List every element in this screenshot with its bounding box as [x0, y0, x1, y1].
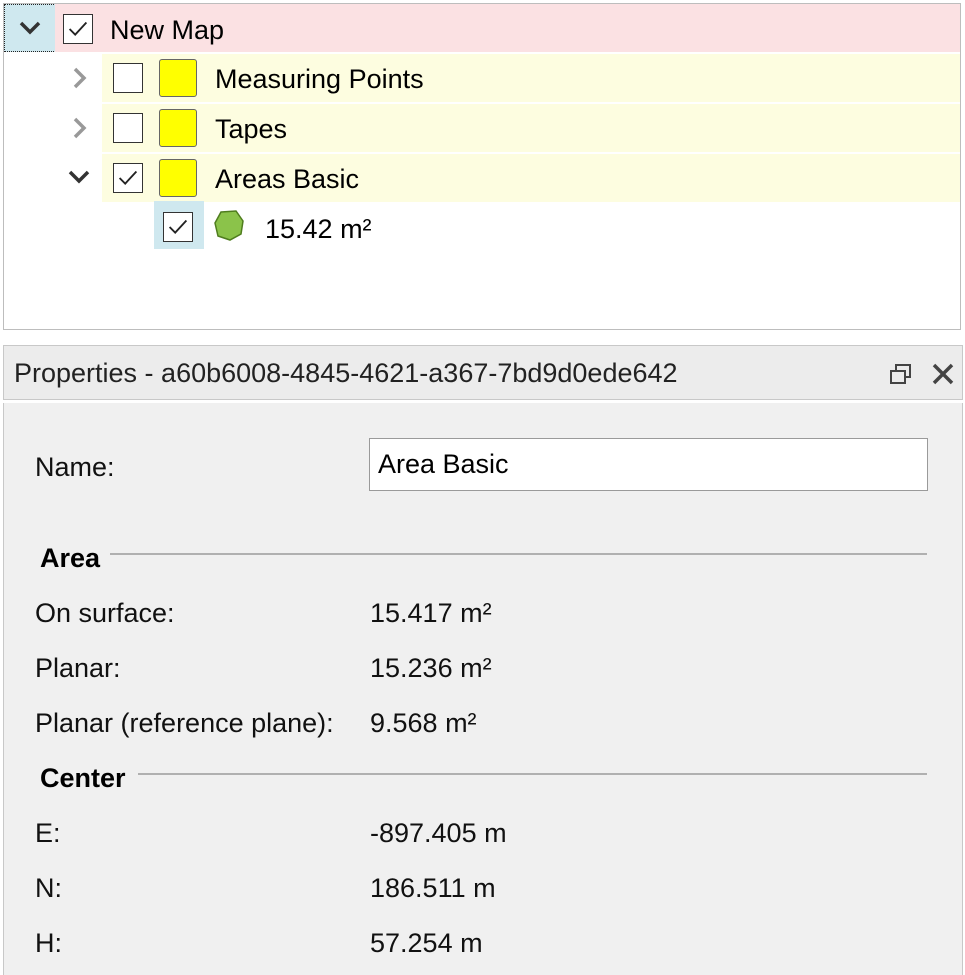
on-surface-value: 15.417 m²	[370, 598, 492, 628]
checkbox-new-map[interactable]	[63, 14, 93, 44]
height-label: H:	[35, 928, 62, 958]
planar-reference-label: Planar (reference plane):	[35, 708, 334, 738]
green-polygon-icon	[212, 208, 246, 242]
properties-body: Name: Area On surface: 15.417 m² Planar:…	[3, 403, 963, 975]
chevron-down-icon[interactable]	[67, 165, 91, 189]
properties-title: Properties - a60b6008-4845-4621-a367-7bd…	[14, 358, 678, 388]
chevron-down-icon[interactable]	[18, 16, 42, 40]
section-divider	[110, 553, 927, 555]
checkbox-areas-basic[interactable]	[113, 163, 143, 193]
layer-color-swatch	[159, 59, 197, 97]
layer-tree[interactable]: New Map Measuring Points Tapes Areas Bas…	[3, 3, 961, 330]
name-label: Name:	[35, 452, 115, 482]
northing-label: N:	[35, 873, 62, 903]
planar-reference-value: 9.568 m²	[370, 708, 477, 738]
chevron-right-icon[interactable]	[68, 116, 92, 140]
section-divider	[138, 773, 927, 775]
section-title-center: Center	[40, 763, 126, 793]
chevron-right-icon[interactable]	[68, 66, 92, 90]
tree-label-areas-basic: Areas Basic	[215, 164, 360, 194]
height-value: 57.254 m	[370, 928, 483, 958]
tree-label-area-item: 15.42 m²	[265, 214, 372, 244]
section-title-area: Area	[40, 543, 101, 573]
checkbox-tapes[interactable]	[113, 113, 143, 143]
planar-label: Planar:	[35, 653, 121, 683]
easting-label: E:	[35, 818, 61, 848]
float-window-icon[interactable]	[887, 360, 915, 388]
tree-label-new-map: New Map	[110, 15, 225, 45]
name-input[interactable]	[369, 438, 928, 491]
on-surface-label: On surface:	[35, 598, 175, 628]
easting-value: -897.405 m	[370, 818, 507, 848]
checkbox-measuring-points[interactable]	[113, 63, 143, 93]
tree-label-tapes: Tapes	[215, 114, 288, 144]
close-icon[interactable]	[929, 360, 957, 388]
northing-value: 186.511 m	[370, 873, 496, 903]
layer-color-swatch	[159, 109, 197, 147]
checkbox-area-item[interactable]	[163, 212, 193, 242]
layer-color-swatch	[159, 159, 197, 197]
properties-header: Properties - a60b6008-4845-4621-a367-7bd…	[3, 345, 963, 400]
planar-value: 15.236 m²	[370, 653, 492, 683]
tree-label-measuring-points: Measuring Points	[215, 64, 424, 94]
